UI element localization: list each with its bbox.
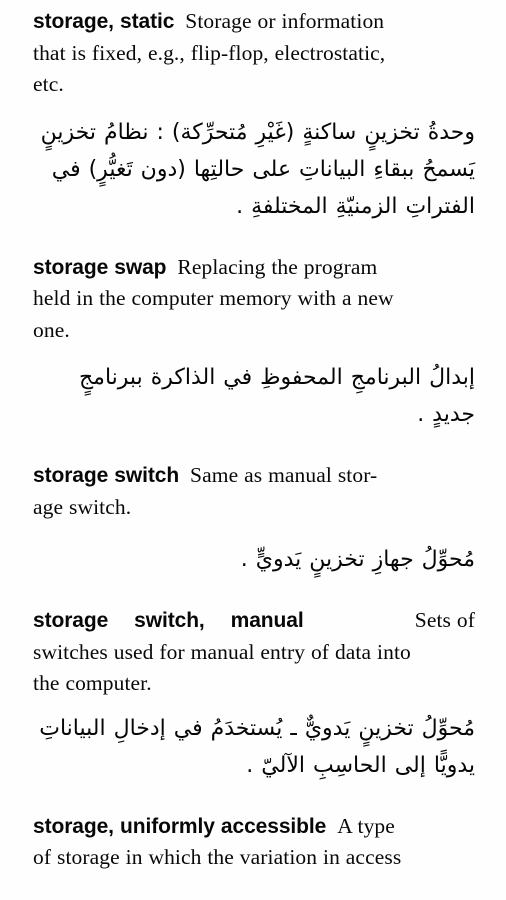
definition-line: switches used for manual entry of data i… xyxy=(33,639,411,664)
headword: storage, uniformly accessible xyxy=(33,814,327,838)
arabic-translation-line: الفتراتِ الزمنيّةِ المختلفةِ . xyxy=(236,193,475,219)
definition-line: of storage in which the variation in acc… xyxy=(33,845,402,869)
entry-definition: storage switch Same as manual stor- xyxy=(33,460,475,492)
definition-line: the computer. xyxy=(33,671,152,695)
text-column: storage, static Storage or information th… xyxy=(33,0,475,874)
dictionary-entry: storage, static Storage or information th… xyxy=(33,0,475,225)
arabic-translation-line: مُحوِّلُ تخزينٍ يَدويٌّ ـ يُستخدَمُ في إ… xyxy=(39,715,475,741)
arabic-translation-line: يَسمحُ ببقاءِ البياناتِ على حالتِها (دون… xyxy=(51,156,475,182)
definition-line: one. xyxy=(33,317,70,342)
headword-part: manual xyxy=(230,609,304,632)
definition-line: Replacing the program xyxy=(177,254,378,279)
arabic-translation-line: يدويًّا إلى الحاسِبِ الآليّ . xyxy=(246,752,475,778)
definition-line: age switch. xyxy=(33,494,132,519)
arabic-translation-line: مُحوِّلُ جهازِ تخزينٍ يَدويٍّ . xyxy=(240,547,475,572)
definition-line: Storage or information xyxy=(185,9,385,33)
headword: storage switch xyxy=(33,464,180,487)
arabic-translation-line: جديدٍ . xyxy=(417,402,475,427)
dictionary-entry: storage switch Same as manual stor- age s… xyxy=(33,460,475,578)
entry-definition: storage, uniformly accessible A type xyxy=(33,811,475,843)
definition-line: Sets of xyxy=(414,608,475,632)
arabic-translation-line: إبدالُ البرنامجِ المحفوظِ في الذاكرة ببر… xyxy=(78,365,475,390)
headword-part: storage xyxy=(33,609,109,632)
definition-line: A type xyxy=(337,813,395,838)
definition-line: held in the computer memory with a new xyxy=(33,286,394,310)
dictionary-page: storage, static Storage or information th… xyxy=(0,0,506,900)
entry-definition: storage switch, manual Sets of xyxy=(33,605,475,637)
definition-line: that is fixed, e.g., flip-flop, electros… xyxy=(33,40,386,65)
dictionary-entry: storage swap Replacing the program held i… xyxy=(33,252,475,434)
headword-part: switch, xyxy=(134,609,205,632)
entry-definition: storage swap Replacing the program xyxy=(33,252,475,284)
entry-definition: storage, static Storage or information xyxy=(33,6,475,38)
dictionary-entry: storage switch, manual Sets of switches use… xyxy=(33,605,475,784)
dictionary-entry: storage, uniformly accessible A type of s… xyxy=(33,811,475,874)
arabic-translation-line: وحدةُ تخزينٍ ساكنةٍ (غَيْرِ مُتحرِّكة) :… xyxy=(40,119,475,145)
definition-line: etc. xyxy=(33,72,64,96)
headword: storage, static xyxy=(33,10,175,33)
definition-line: Same as manual stor- xyxy=(190,463,378,487)
headword: storage swap xyxy=(33,255,167,279)
